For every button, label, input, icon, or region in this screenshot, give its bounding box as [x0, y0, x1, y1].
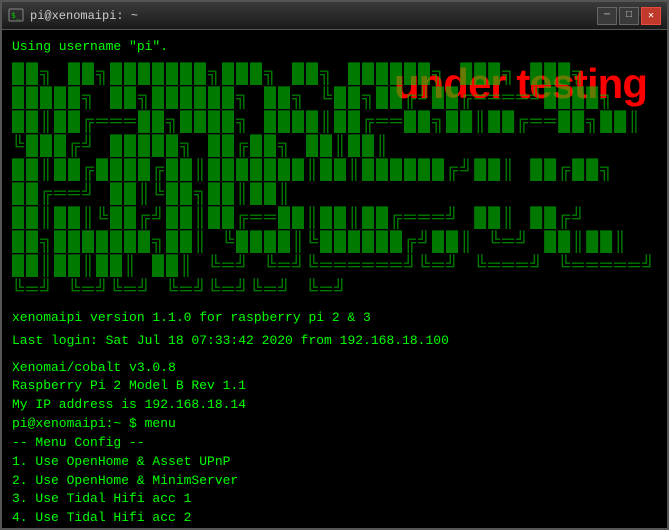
- ip-address: My IP address is 192.168.18.14: [12, 396, 657, 415]
- titlebar-left: $_ pi@xenomaipi: ~: [8, 8, 138, 24]
- menu-output: -- Menu Config -- 1. Use OpenHome & Asse…: [12, 434, 657, 528]
- menu-item-1: 1. Use OpenHome & Asset UPnP: [12, 453, 657, 472]
- prompt-command: pi@xenomaipi:~ $ menu: [12, 415, 657, 434]
- terminal-icon: $_: [8, 8, 24, 24]
- menu-item-4: 4. Use Tidal Hifi acc 2: [12, 509, 657, 528]
- menu-item-2: 2. Use OpenHome & MinimServer: [12, 472, 657, 491]
- prompt-line: pi@xenomaipi:~ $ menu: [12, 415, 657, 434]
- last-login-line: Last login: Sat Jul 18 07:33:42 2020 fro…: [12, 332, 657, 351]
- using-username-line: Using username "pi".: [12, 38, 657, 57]
- svg-text:$_: $_: [11, 11, 21, 20]
- window-title: pi@xenomaipi: ~: [30, 9, 138, 23]
- minimize-button[interactable]: ─: [597, 7, 617, 25]
- info-block: Xenomai/cobalt v3.0.8 Raspberry Pi 2 Mod…: [12, 359, 657, 416]
- version-line: xenomaipi version 1.1.0 for raspberry pi…: [12, 309, 657, 328]
- close-button[interactable]: ✕: [641, 7, 661, 25]
- menu-header: -- Menu Config --: [12, 434, 657, 453]
- window-controls[interactable]: ─ □ ✕: [597, 7, 661, 25]
- xenomai-version: Xenomai/cobalt v3.0.8: [12, 359, 657, 378]
- ascii-art-block: ██╗ ██╗███████╗███╗ ██╗ ██████╗ ███╗ ███…: [12, 63, 657, 303]
- terminal-window: $_ pi@xenomaipi: ~ ─ □ ✕ under testing U…: [0, 0, 669, 530]
- terminal-body[interactable]: under testing Using username "pi". ██╗ █…: [2, 30, 667, 528]
- menu-item-3: 3. Use Tidal Hifi acc 1: [12, 490, 657, 509]
- titlebar: $_ pi@xenomaipi: ~ ─ □ ✕: [2, 2, 667, 30]
- raspberry-model: Raspberry Pi 2 Model B Rev 1.1: [12, 377, 657, 396]
- maximize-button[interactable]: □: [619, 7, 639, 25]
